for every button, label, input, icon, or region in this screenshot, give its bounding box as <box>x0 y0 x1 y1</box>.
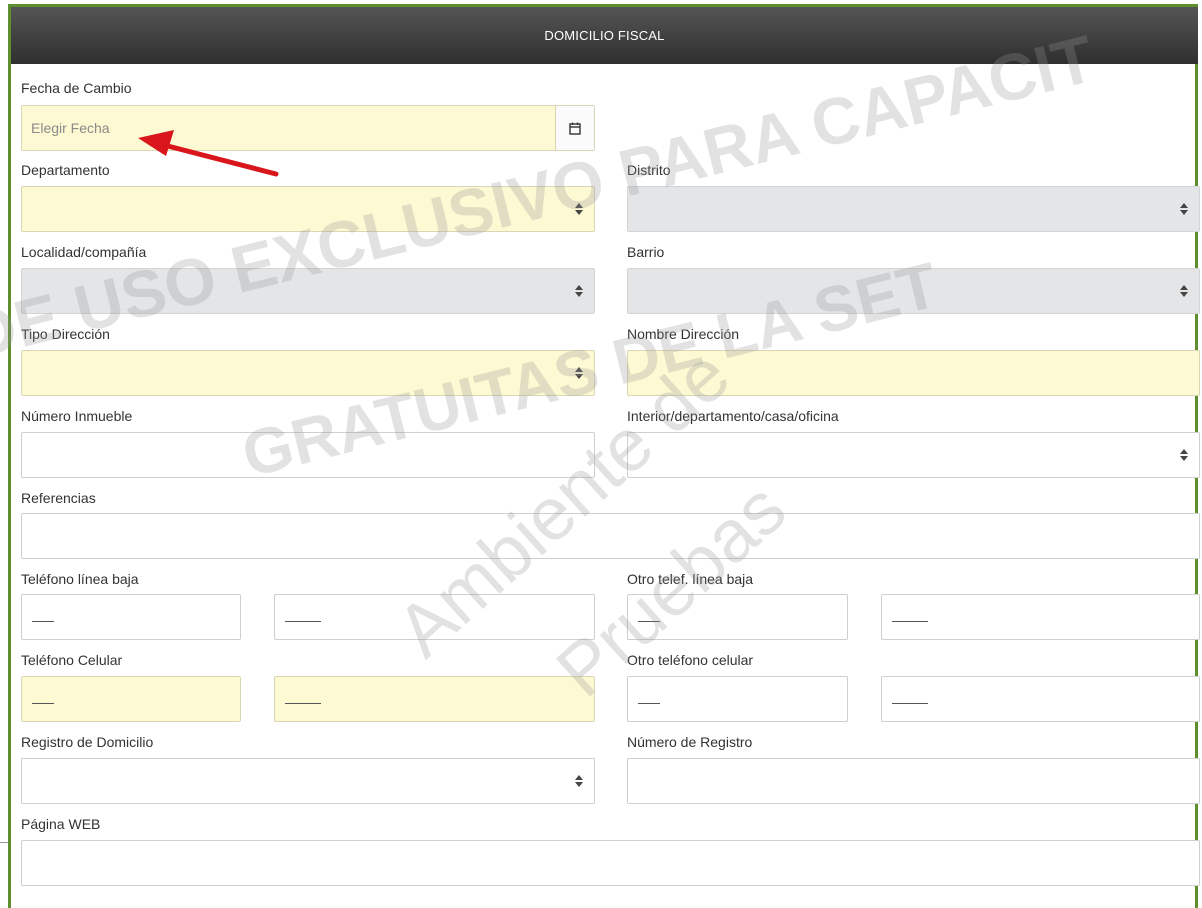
otro-telef-linea-baja-area-input[interactable] <box>627 594 848 640</box>
referencias-input[interactable] <box>21 513 1200 559</box>
numero-registro-input[interactable] <box>627 758 1200 804</box>
numero-registro-label: Número de Registro <box>627 734 753 750</box>
input-mask <box>285 621 321 622</box>
distrito-label: Distrito <box>627 162 671 178</box>
input-mask <box>32 621 54 622</box>
calendar-button[interactable] <box>555 106 594 150</box>
input-mask <box>32 703 54 704</box>
departamento-label: Departamento <box>21 162 110 178</box>
otro-telefono-celular-label: Otro teléfono celular <box>627 652 754 668</box>
referencias-label: Referencias <box>21 490 96 506</box>
otro-telef-linea-baja-label: Otro telef. línea baja <box>627 571 754 587</box>
telefono-celular-number-input[interactable] <box>274 676 595 722</box>
telefono-linea-baja-label: Teléfono línea baja <box>21 571 139 587</box>
input-mask <box>638 621 660 622</box>
nombre-direccion-input[interactable] <box>627 350 1200 396</box>
interior-label: Interior/departamento/casa/oficina <box>627 408 839 424</box>
numero-inmueble-label: Número Inmueble <box>21 408 133 424</box>
fecha-cambio-placeholder: Elegir Fecha <box>31 120 110 136</box>
fecha-cambio-input[interactable]: Elegir Fecha <box>21 105 595 151</box>
otro-telef-linea-baja-number-input[interactable] <box>881 594 1200 640</box>
telefono-celular-area-input[interactable] <box>21 676 241 722</box>
input-mask <box>892 703 928 704</box>
input-mask <box>638 703 660 704</box>
tipo-direccion-label: Tipo Dirección <box>21 326 110 342</box>
nombre-direccion-label: Nombre Dirección <box>627 326 740 342</box>
sort-caret-icon <box>1180 449 1188 461</box>
registro-domicilio-label: Registro de Domicilio <box>21 734 154 750</box>
telefono-linea-baja-area-input[interactable] <box>21 594 241 640</box>
section-title: DOMICILIO FISCAL <box>544 28 665 43</box>
sort-caret-icon <box>575 203 583 215</box>
localidad-select[interactable] <box>21 268 595 314</box>
registro-domicilio-select[interactable] <box>21 758 595 804</box>
numero-inmueble-input[interactable] <box>21 432 595 478</box>
localidad-label: Localidad/compañía <box>21 244 147 260</box>
divider <box>0 842 8 843</box>
barrio-select[interactable] <box>627 268 1200 314</box>
sort-caret-icon <box>1180 203 1188 215</box>
calendar-icon <box>569 122 581 135</box>
tipo-direccion-select[interactable] <box>21 350 595 396</box>
otro-telefono-celular-area-input[interactable] <box>627 676 848 722</box>
sort-caret-icon <box>575 775 583 787</box>
section-header: DOMICILIO FISCAL <box>11 7 1198 64</box>
sort-caret-icon <box>575 367 583 379</box>
sort-caret-icon <box>1180 285 1188 297</box>
barrio-label: Barrio <box>627 244 665 260</box>
pagina-web-label: Página WEB <box>21 816 101 832</box>
otro-telefono-celular-number-input[interactable] <box>881 676 1200 722</box>
red-arrow-icon <box>138 130 279 177</box>
sort-caret-icon <box>575 285 583 297</box>
telefono-celular-label: Teléfono Celular <box>21 652 123 668</box>
pagina-web-input[interactable] <box>21 840 1200 886</box>
departamento-select[interactable] <box>21 186 595 232</box>
distrito-select[interactable] <box>627 186 1200 232</box>
fecha-cambio-label: Fecha de Cambio <box>21 80 132 96</box>
input-mask <box>285 703 321 704</box>
interior-select[interactable] <box>627 432 1200 478</box>
input-mask <box>892 621 928 622</box>
telefono-linea-baja-number-input[interactable] <box>274 594 595 640</box>
